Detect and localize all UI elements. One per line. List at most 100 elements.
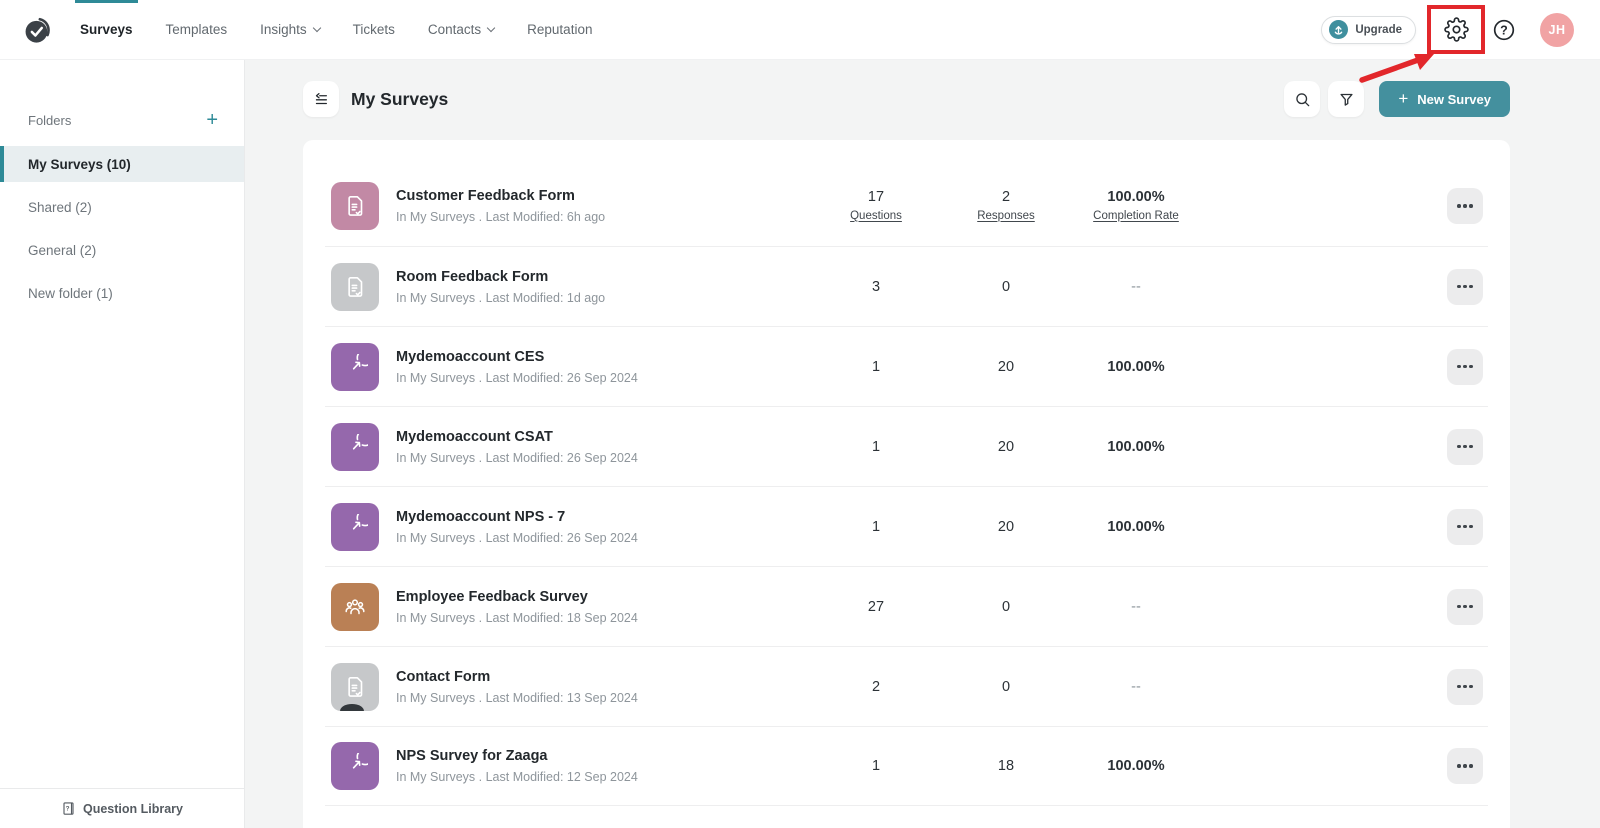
rocket-icon (1329, 20, 1348, 39)
responses-count: 2 (941, 189, 1071, 205)
brand-logo-icon (21, 14, 53, 46)
survey-title[interactable]: Employee Feedback Survey (396, 589, 811, 605)
folders-header: Folders + (0, 60, 244, 146)
nav-tab-tickets[interactable]: Tickets (353, 0, 395, 59)
nav-tab-insights[interactable]: Insights (260, 0, 320, 59)
new-survey-label: New Survey (1417, 92, 1491, 107)
survey-row[interactable]: Customer Feedback Form In My Surveys . L… (325, 166, 1488, 246)
upgrade-label: Upgrade (1355, 24, 1402, 36)
survey-row[interactable]: Mydemoaccount CSAT In My Surveys . Last … (325, 406, 1488, 486)
survey-title[interactable]: Mydemoaccount CSAT (396, 429, 811, 445)
row-more-actions-button[interactable] (1447, 269, 1483, 305)
gauge-icon (342, 514, 368, 540)
sidebar-item-shared[interactable]: Shared (2) (0, 189, 244, 225)
survey-row[interactable]: Contact Form In My Surveys . Last Modifi… (325, 646, 1488, 726)
filter-button[interactable] (1328, 81, 1364, 117)
questions-label[interactable]: Questions (850, 210, 902, 222)
survey-row[interactable]: NPS Survey for Zaaga In My Surveys . Las… (325, 726, 1488, 806)
stat-completion: 100.00% Completion Rate (1071, 189, 1201, 224)
survey-info: Customer Feedback Form In My Surveys . L… (396, 188, 811, 224)
user-avatar[interactable]: JH (1540, 13, 1574, 47)
surveys-list-card: Customer Feedback Form In My Surveys . L… (303, 140, 1510, 828)
survey-row[interactable]: Room Feedback Form In My Surveys . Last … (325, 246, 1488, 326)
survey-title[interactable]: NPS Survey for Zaaga (396, 748, 811, 764)
survey-row[interactable]: Mydemoaccount CES In My Surveys . Last M… (325, 326, 1488, 406)
svg-text:?: ? (66, 805, 70, 812)
ellipsis-icon (1457, 204, 1461, 208)
survey-title[interactable]: Customer Feedback Form (396, 188, 811, 204)
nav-tab-reputation[interactable]: Reputation (527, 0, 592, 59)
main-content: My Surveys + New Survey (246, 60, 1600, 828)
survey-subtitle: In My Surveys . Last Modified: 18 Sep 20… (396, 611, 811, 625)
responses-count: 0 (941, 599, 1071, 615)
row-more-actions-button[interactable] (1447, 589, 1483, 625)
survey-row[interactable]: Mydemoaccount NPS - 7 In My Surveys . La… (325, 486, 1488, 566)
completion-rate: 100.00% (1071, 189, 1201, 205)
row-more-actions-button[interactable] (1447, 748, 1483, 784)
survey-subtitle: In My Surveys . Last Modified: 1d ago (396, 291, 811, 305)
ellipsis-icon (1457, 285, 1461, 289)
ellipsis-icon (1457, 685, 1461, 689)
nav-label: Surveys (80, 22, 133, 37)
survey-info: Mydemoaccount CSAT In My Surveys . Last … (396, 429, 811, 465)
responses-count: 0 (941, 679, 1071, 695)
ellipsis-icon (1457, 605, 1461, 609)
questions-count: 1 (811, 758, 941, 774)
responses-label[interactable]: Responses (977, 210, 1035, 222)
questions-count: 2 (811, 679, 941, 695)
survey-info: Contact Form In My Surveys . Last Modifi… (396, 669, 811, 705)
responses-count: 20 (941, 359, 1071, 375)
completion-rate: 100.00% (1071, 758, 1201, 774)
sidebar-item-new-folder[interactable]: New folder (1) (0, 275, 244, 311)
add-folder-icon[interactable]: + (206, 110, 218, 130)
responses-count: 20 (941, 439, 1071, 455)
gauge-icon (342, 434, 368, 460)
sidebar-item-my-surveys[interactable]: My Surveys (10) (0, 146, 244, 182)
avatar-initials: JH (1549, 23, 1566, 37)
nav-tab-contacts[interactable]: Contacts (428, 0, 494, 59)
question-library-button[interactable]: ? Question Library (0, 788, 244, 828)
folders-title: Folders (28, 113, 71, 128)
row-more-actions-button[interactable] (1447, 188, 1483, 224)
page-title: My Surveys (351, 89, 448, 110)
help-button[interactable]: ? (1484, 10, 1524, 50)
survey-type-icon-people (331, 583, 379, 631)
completion-label[interactable]: Completion Rate (1093, 210, 1179, 222)
new-survey-button[interactable]: + New Survey (1379, 81, 1510, 117)
responses-count: 0 (941, 279, 1071, 295)
primary-nav: Surveys Templates Insights Tickets Conta… (80, 0, 592, 59)
document-icon (342, 274, 368, 300)
search-button[interactable] (1284, 81, 1320, 117)
overlap-shape (340, 704, 364, 711)
survey-title[interactable]: Mydemoaccount CES (396, 349, 811, 365)
row-more-actions-button[interactable] (1447, 669, 1483, 705)
sidebar-item-label: My Surveys (10) (28, 157, 131, 172)
survey-type-icon-gauge (331, 742, 379, 790)
questions-count: 27 (811, 599, 941, 615)
survey-row[interactable]: Employee Feedback Survey In My Surveys .… (325, 566, 1488, 646)
ellipsis-icon (1457, 764, 1461, 768)
row-more-actions-button[interactable] (1447, 429, 1483, 465)
app-logo[interactable] (21, 14, 53, 46)
nav-tab-templates[interactable]: Templates (166, 0, 228, 59)
survey-title[interactable]: Room Feedback Form (396, 269, 811, 285)
survey-title[interactable]: Mydemoaccount NPS - 7 (396, 509, 811, 525)
search-icon (1294, 91, 1311, 108)
survey-type-icon-document (331, 182, 379, 230)
questions-count: 1 (811, 519, 941, 535)
settings-button[interactable] (1436, 10, 1476, 50)
row-more-actions-button[interactable] (1447, 349, 1483, 385)
survey-subtitle: In My Surveys . Last Modified: 26 Sep 20… (396, 371, 811, 385)
gauge-icon (342, 354, 368, 380)
nav-tab-surveys[interactable]: Surveys (80, 0, 133, 59)
survey-type-icon-gauge (331, 503, 379, 551)
sidebar-item-general[interactable]: General (2) (0, 232, 244, 268)
completion-rate: -- (1071, 599, 1201, 615)
upgrade-button[interactable]: Upgrade (1321, 16, 1416, 44)
survey-type-icon-document (331, 663, 379, 711)
survey-title[interactable]: Contact Form (396, 669, 811, 685)
page-header: My Surveys + New Survey (303, 81, 1510, 117)
collapse-sidebar-button[interactable] (303, 81, 339, 117)
survey-type-icon-gauge (331, 343, 379, 391)
row-more-actions-button[interactable] (1447, 509, 1483, 545)
